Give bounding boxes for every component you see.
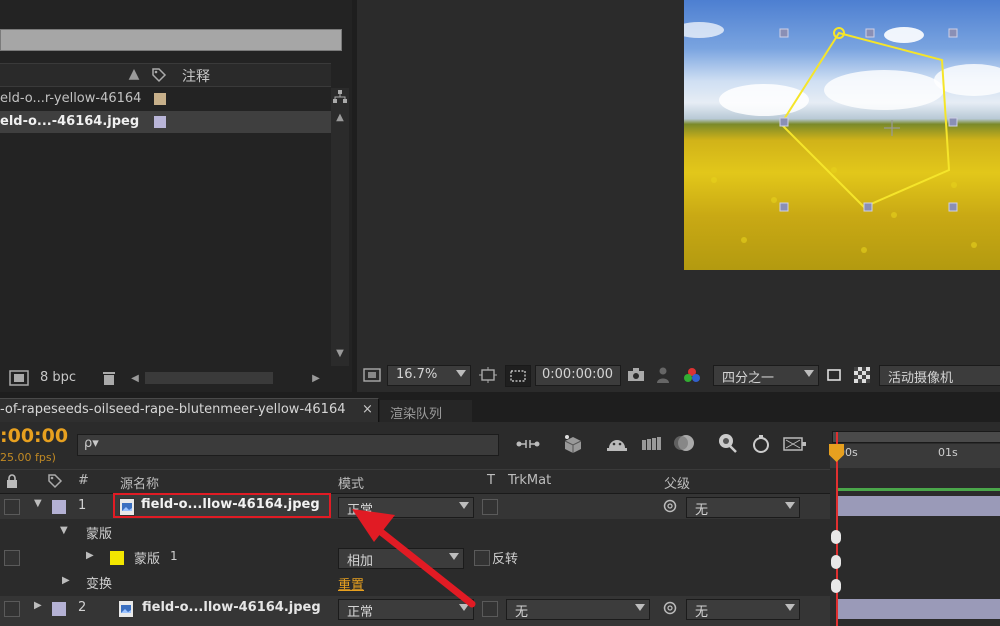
annotation-arrow [352, 509, 476, 608]
